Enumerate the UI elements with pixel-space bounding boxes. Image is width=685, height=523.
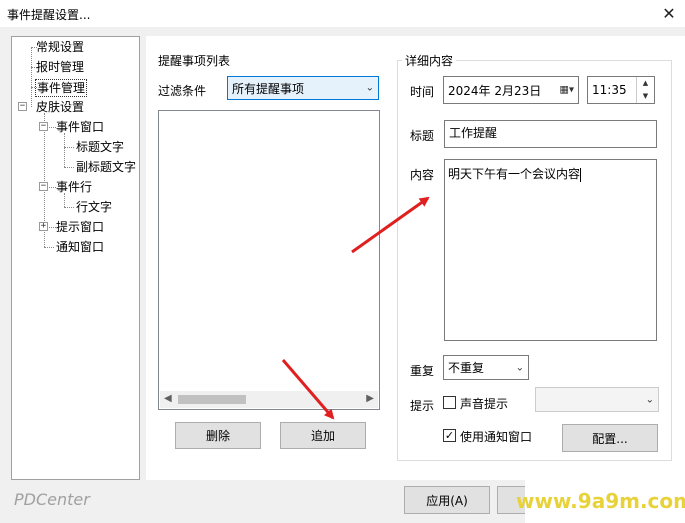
apply-button[interactable]: 应用(A)	[404, 486, 490, 514]
tree-item-subtitle-text[interactable]: 副标题文字	[75, 159, 137, 175]
scroll-right-icon[interactable]: ▶	[366, 393, 374, 404]
repeat-dropdown[interactable]: 不重复 ⌄	[443, 355, 529, 380]
scroll-thumb[interactable]	[178, 395, 246, 404]
sound-label: 声音提示	[460, 397, 509, 411]
chevron-down-icon: ⌄	[365, 82, 374, 94]
calendar-icon[interactable]: ▦▾	[560, 85, 574, 96]
tree-item-event-window[interactable]: 事件窗口	[55, 119, 105, 135]
chevron-down-icon: ⌄	[645, 394, 654, 405]
window-title: 事件提醒设置...	[7, 8, 91, 22]
repeat-label: 重复	[410, 364, 435, 378]
horizontal-scrollbar[interactable]: ◀ ▶	[160, 391, 378, 408]
detail-group-title: 详细内容	[402, 52, 457, 69]
tree-item-title-text[interactable]: 标题文字	[75, 139, 125, 155]
tree-connector	[64, 193, 65, 207]
collapse-icon[interactable]: −	[39, 182, 48, 191]
brand-logo-text: PDCenter	[14, 490, 90, 509]
tree-item-general[interactable]: 常规设置	[35, 39, 85, 55]
notify-label: 使用通知窗口	[460, 430, 533, 444]
time-label: 时间	[410, 85, 435, 99]
tree-item-skin[interactable]: 皮肤设置	[35, 99, 85, 115]
settings-tree: − − − + 常规设置 报时管理 事件管理 皮肤设置 事件窗口 标题文字 副标…	[11, 36, 140, 480]
time-value: 11:35	[592, 83, 627, 97]
notify-checkbox[interactable]: ✓	[443, 429, 456, 442]
collapse-icon[interactable]: −	[18, 102, 27, 111]
text-caret	[580, 167, 582, 182]
close-icon[interactable]: ✕	[653, 0, 685, 27]
watermark: www.9a9m.com	[516, 479, 685, 523]
config-button[interactable]: 配置...	[562, 424, 658, 452]
tree-connector	[64, 207, 74, 208]
spin-down-icon[interactable]: ▼	[636, 90, 654, 103]
tree-item-event-row[interactable]: 事件行	[55, 179, 93, 195]
content-label: 内容	[410, 168, 435, 182]
title-input[interactable]: 工作提醒	[444, 120, 657, 148]
prompt-label: 提示	[410, 399, 435, 413]
tree-item-prompt-window[interactable]: 提示窗口	[55, 219, 105, 235]
add-button[interactable]: 追加	[280, 422, 366, 449]
tree-connector	[44, 247, 54, 248]
title-value: 工作提醒	[449, 126, 498, 140]
sound-dropdown[interactable]: ⌄	[535, 387, 659, 412]
list-title: 提醒事项列表	[158, 54, 231, 68]
date-value: 2024年 2月23日	[448, 83, 542, 98]
scroll-left-icon[interactable]: ◀	[164, 393, 172, 404]
tree-connector	[64, 167, 74, 168]
date-picker[interactable]: 2024年 2月23日 ▦▾	[443, 76, 579, 104]
tree-connector	[64, 133, 65, 167]
collapse-icon[interactable]: −	[39, 122, 48, 131]
filter-dropdown[interactable]: 所有提醒事项 ⌄	[227, 76, 379, 100]
tree-item-event-management[interactable]: 事件管理	[35, 79, 88, 97]
title-bar: 事件提醒设置... ✕	[0, 0, 685, 27]
content-textarea[interactable]: 明天下午有一个会议内容	[444, 159, 657, 341]
repeat-value: 不重复	[448, 361, 485, 375]
spin-up-icon[interactable]: ▲	[636, 77, 654, 90]
title-label: 标题	[410, 129, 435, 143]
tree-connector	[31, 47, 32, 107]
chevron-down-icon: ⌄	[515, 362, 524, 373]
sound-checkbox[interactable]	[443, 396, 456, 409]
expand-icon[interactable]: +	[39, 222, 48, 231]
tree-item-row-text[interactable]: 行文字	[75, 199, 113, 215]
tree-item-chime[interactable]: 报时管理	[35, 59, 85, 75]
delete-button[interactable]: 删除	[175, 422, 261, 449]
reminder-list[interactable]: ◀ ▶	[158, 110, 380, 410]
filter-label: 过滤条件	[158, 84, 207, 98]
tree-connector	[64, 147, 74, 148]
content-value: 明天下午有一个会议内容	[448, 167, 581, 181]
time-spinner[interactable]: ▲ ▼	[636, 77, 654, 104]
filter-value: 所有提醒事项	[232, 81, 305, 96]
tree-item-notify-window[interactable]: 通知窗口	[55, 239, 105, 255]
